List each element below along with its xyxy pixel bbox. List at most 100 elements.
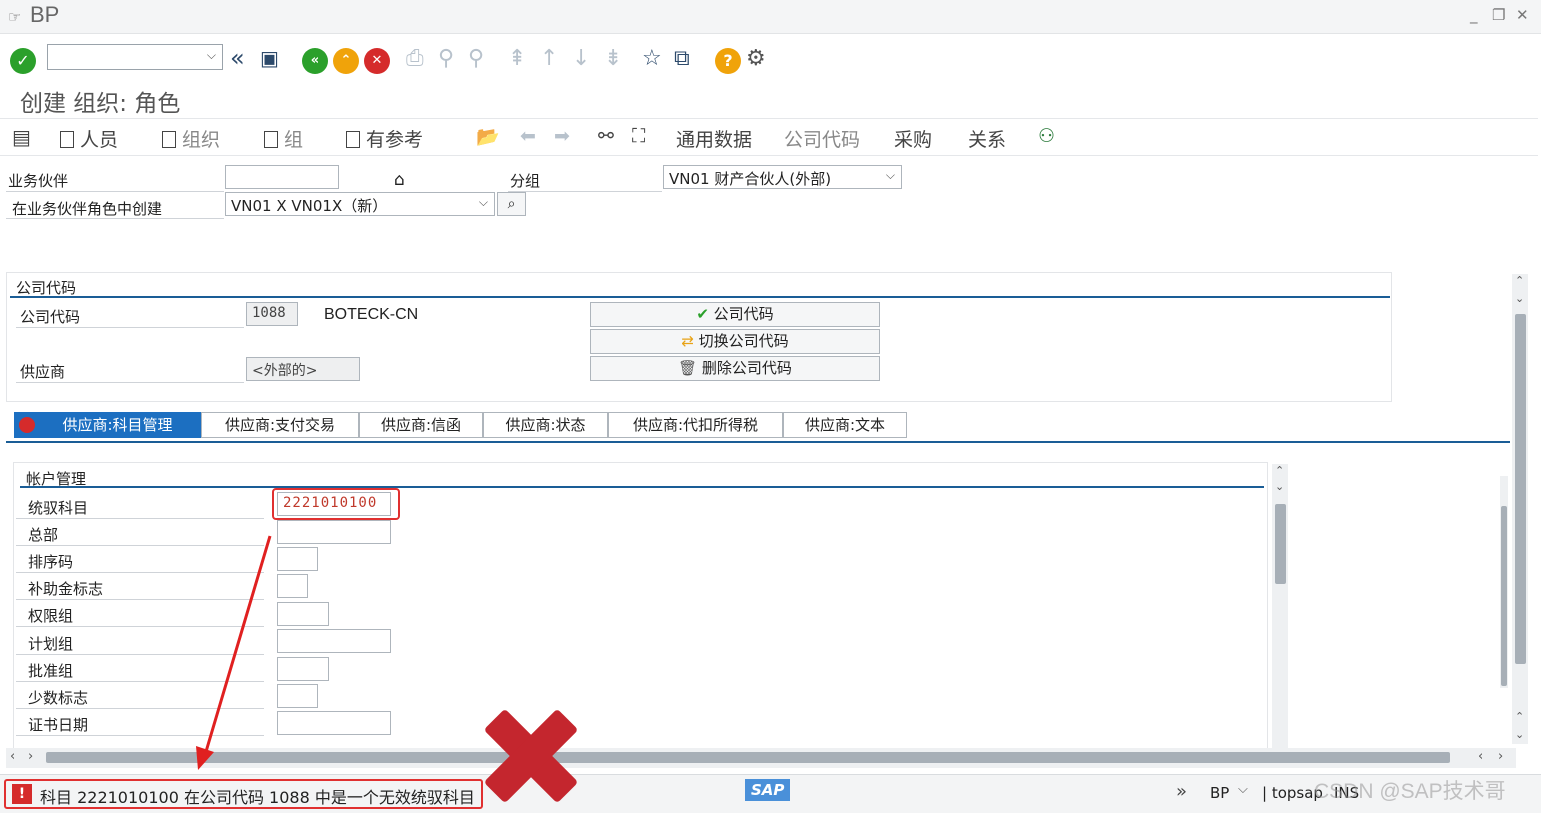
- window-title: BP: [30, 2, 60, 27]
- shortcut-icon[interactable]: ⧉: [674, 46, 690, 71]
- field-row: 总部: [16, 519, 264, 546]
- previous-page-icon[interactable]: ↑: [540, 46, 558, 71]
- head-office-input[interactable]: [277, 520, 391, 544]
- save-icon[interactable]: ▣: [260, 46, 279, 70]
- bp-input[interactable]: [225, 165, 339, 189]
- minimize-icon[interactable]: _: [1470, 6, 1478, 24]
- back-icon[interactable]: «: [302, 48, 328, 74]
- document-icon: [346, 131, 360, 148]
- arrow-right-icon[interactable]: ➡: [554, 125, 570, 147]
- role-select[interactable]: VN01 X VN01X（新） ⌵: [225, 192, 495, 216]
- open-folder-icon[interactable]: 📂: [476, 125, 500, 148]
- arrow-left-icon[interactable]: ⬅: [520, 125, 536, 147]
- tab-texts[interactable]: 供应商:文本: [783, 412, 907, 438]
- tab-payment-transactions[interactable]: 供应商:支付交易: [201, 412, 359, 438]
- chevron-left-icon[interactable]: ‹: [1478, 749, 1483, 764]
- contact-person-icon[interactable]: ⚇: [1038, 125, 1055, 147]
- close-window-icon[interactable]: ✕: [1516, 6, 1529, 24]
- horizontal-scrollbar[interactable]: ‹ › ‹ ›: [6, 748, 1516, 768]
- minority-indicator-input[interactable]: [277, 684, 318, 708]
- scroll-thumb[interactable]: [1275, 504, 1286, 584]
- new-session-icon[interactable]: ☆: [642, 46, 662, 71]
- enter-icon[interactable]: ✓: [10, 48, 36, 74]
- chevron-down-icon[interactable]: ⌵: [1238, 782, 1248, 797]
- relationships-button[interactable]: 关系: [968, 125, 1006, 152]
- vendor-input[interactable]: <外部的>: [246, 357, 360, 381]
- help-icon[interactable]: ?: [715, 48, 741, 74]
- chevron-right-icon[interactable]: ›: [1498, 749, 1503, 764]
- back-double-icon[interactable]: «: [230, 44, 245, 72]
- find-icon[interactable]: ⚲: [438, 46, 454, 71]
- tab-status[interactable]: 供应商:状态: [483, 412, 608, 438]
- restore-icon[interactable]: ❐: [1492, 6, 1505, 24]
- scroll-thumb[interactable]: [46, 752, 1450, 763]
- chevron-down-icon[interactable]: ⌵: [886, 168, 895, 183]
- certification-date-input[interactable]: [277, 711, 391, 735]
- cc-input[interactable]: 1088: [246, 302, 298, 326]
- with-reference-button[interactable]: 有参考: [346, 125, 423, 152]
- subsidy-indicator-input[interactable]: [277, 574, 308, 598]
- find-next-icon[interactable]: ⚲: [468, 46, 484, 71]
- next-page-icon[interactable]: ↓: [572, 46, 590, 71]
- grouping-select[interactable]: VN01 财产合伙人(外部) ⌵: [663, 165, 902, 189]
- exit-icon[interactable]: ⌃: [333, 48, 359, 74]
- tab-correspondence[interactable]: 供应商:信函: [359, 412, 483, 438]
- sidebar-toggle-icon[interactable]: ▤: [12, 125, 31, 149]
- double-chevron-icon[interactable]: »: [1176, 781, 1187, 802]
- cancel-icon[interactable]: ✕: [364, 48, 390, 74]
- chevron-down-icon[interactable]: ⌄: [1515, 292, 1524, 305]
- create-person-label: 人员: [80, 129, 119, 151]
- divider: [508, 191, 662, 192]
- release-group-label: 批准组: [28, 662, 74, 680]
- checkmark-icon: ✔: [696, 305, 709, 323]
- create-organization-label: 组织: [182, 129, 221, 151]
- first-page-icon[interactable]: ⇞: [508, 46, 526, 71]
- chevron-left-icon[interactable]: ‹: [10, 749, 15, 764]
- create-person-button[interactable]: 人员: [60, 125, 118, 152]
- planning-group-input[interactable]: [277, 629, 391, 653]
- scroll-thumb[interactable]: [1515, 314, 1526, 664]
- lock-switch-icon[interactable]: ⛶: [632, 125, 645, 147]
- error-icon: !: [12, 784, 32, 804]
- chevron-up-icon[interactable]: ⌃: [1275, 464, 1284, 477]
- sort-key-input[interactable]: [277, 547, 318, 571]
- outer-vertical-scrollbar[interactable]: ⌃ ⌄ ⌃ ⌄: [1512, 274, 1528, 744]
- create-organization-button[interactable]: 组织: [162, 125, 220, 152]
- title-bar: ☞ BP _ ❐ ✕: [0, 0, 1541, 34]
- settings-gear-icon[interactable]: ⚙: [746, 46, 766, 71]
- last-page-icon[interactable]: ⇟: [604, 46, 622, 71]
- chevron-up-icon[interactable]: ⌃: [1515, 710, 1524, 723]
- tab-withholding-tax[interactable]: 供应商:代扣所得税: [608, 412, 783, 438]
- print-icon[interactable]: ⎙: [406, 46, 424, 71]
- chevron-down-icon[interactable]: ⌄: [1275, 480, 1284, 493]
- switch-icon: ⇄: [681, 332, 694, 350]
- chevron-right-icon[interactable]: ›: [28, 749, 33, 764]
- delete-company-code-button[interactable]: 🗑 删除公司代码: [590, 356, 880, 381]
- inner-vertical-scrollbar[interactable]: ⌃ ⌄: [1272, 464, 1288, 748]
- command-field[interactable]: ⌵: [47, 44, 223, 70]
- glasses-icon[interactable]: ⚯: [598, 125, 614, 147]
- chevron-up-icon[interactable]: ⌃: [1515, 274, 1524, 287]
- page-title: 创建 组织: 角色: [20, 91, 181, 117]
- chevron-down-icon[interactable]: ⌄: [1515, 728, 1524, 741]
- field-row: 权限组: [16, 600, 264, 627]
- authorization-group-input[interactable]: [277, 602, 329, 626]
- general-data-button[interactable]: 通用数据: [676, 125, 752, 152]
- grouping-label: 分组: [510, 172, 541, 190]
- switch-company-code-button[interactable]: ⇄ 切换公司代码: [590, 329, 880, 354]
- switch-company-code-button-label: 切换公司代码: [698, 332, 789, 350]
- error-message[interactable]: ! 科目 2221010100 在公司代码 1088 中是一个无效统驭科目: [4, 779, 483, 809]
- side-scrollbar[interactable]: [1500, 476, 1508, 688]
- create-group-button[interactable]: 组: [264, 125, 303, 152]
- company-code-button[interactable]: 公司代码: [784, 125, 860, 152]
- scroll-thumb[interactable]: [1501, 506, 1507, 686]
- tab-account-management[interactable]: 供应商:科目管理: [14, 412, 201, 438]
- company-code-button[interactable]: ✔ 公司代码: [590, 302, 880, 327]
- purchasing-button[interactable]: 采购: [894, 125, 932, 152]
- chevron-down-icon[interactable]: ⌵: [479, 195, 488, 210]
- trash-icon: 🗑: [678, 359, 698, 377]
- factory-icon[interactable]: ⌂: [394, 170, 405, 190]
- chevron-down-icon[interactable]: ⌵: [207, 48, 216, 63]
- role-search-button[interactable]: ⌕: [497, 192, 526, 216]
- release-group-input[interactable]: [277, 657, 329, 681]
